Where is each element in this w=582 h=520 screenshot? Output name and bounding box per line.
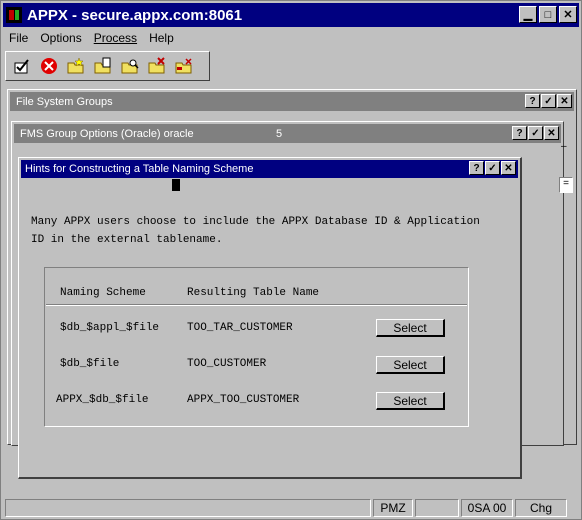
- hints-dialog: Hints for Constructing a Table Naming Sc…: [18, 157, 522, 479]
- column-header-result: Resulting Table Name: [187, 287, 320, 299]
- table-cell-scheme: $db_$file: [60, 358, 120, 370]
- file-system-groups-title: File System Groups: [16, 95, 113, 108]
- file-system-groups-titlebar[interactable]: File System Groups ? ✓ ✕: [10, 92, 574, 111]
- folder-edit-icon[interactable]: [93, 56, 113, 76]
- ok-button[interactable]: ✓: [485, 161, 500, 175]
- column-header-scheme: Naming Scheme: [60, 287, 146, 299]
- app-window: APPX - secure.appx.com:8061 ▁ □ ✕ File O…: [0, 0, 582, 520]
- fms-group-number: 5: [276, 127, 283, 140]
- app-title: APPX - secure.appx.com:8061: [27, 6, 243, 24]
- background-field-marker: –: [561, 141, 567, 152]
- select-button[interactable]: Select: [376, 319, 445, 337]
- select-button[interactable]: Select: [376, 356, 445, 374]
- menu-process[interactable]: Process: [88, 31, 143, 45]
- close-button[interactable]: ✕: [501, 161, 516, 175]
- fms-group-options-title: FMS Group Options (Oracle) oracle: [20, 127, 194, 140]
- statusbar: PMZ 0SA 00 Chg: [3, 498, 579, 518]
- menu-file[interactable]: File: [3, 31, 34, 45]
- status-message: [5, 499, 371, 517]
- folder-search-icon[interactable]: [120, 56, 140, 76]
- close-button[interactable]: ✕: [544, 126, 559, 140]
- status-cell-empty: [415, 499, 459, 517]
- folder-delete-icon[interactable]: [147, 56, 167, 76]
- menu-options[interactable]: Options: [34, 31, 87, 45]
- hint-line: Many APPX users choose to include the AP…: [31, 216, 480, 228]
- menu-help[interactable]: Help: [143, 31, 180, 45]
- ok-check-icon[interactable]: [12, 56, 32, 76]
- maximize-button[interactable]: □: [539, 6, 557, 23]
- hints-dialog-title: Hints for Constructing a Table Naming Sc…: [25, 163, 254, 175]
- hints-dialog-titlebar[interactable]: Hints for Constructing a Table Naming Sc…: [21, 160, 518, 178]
- minimize-button[interactable]: ▁: [519, 6, 537, 23]
- status-cell: 0SA 00: [461, 499, 513, 517]
- close-button[interactable]: ✕: [557, 94, 572, 108]
- table-divider: [46, 304, 467, 306]
- menubar: File Options Process Help: [3, 28, 579, 48]
- background-field[interactable]: =: [559, 177, 573, 193]
- select-button[interactable]: Select: [376, 392, 445, 410]
- status-cell: Chg: [515, 499, 567, 517]
- ok-button[interactable]: ✓: [528, 126, 543, 140]
- toolbar: [5, 51, 210, 81]
- folder-new-icon[interactable]: [66, 56, 86, 76]
- naming-scheme-table: Naming Scheme Resulting Table Name $db_$…: [44, 267, 469, 427]
- folder-cancel-icon[interactable]: [174, 56, 194, 76]
- table-cell-scheme: APPX_$db_$file: [56, 394, 149, 406]
- cancel-icon[interactable]: [39, 56, 59, 76]
- appx-logo-icon: [6, 7, 22, 23]
- status-cell: PMZ: [373, 499, 413, 517]
- help-button[interactable]: ?: [512, 126, 527, 140]
- fms-group-options-titlebar[interactable]: FMS Group Options (Oracle) oracle 5 ? ✓ …: [14, 124, 561, 143]
- close-button[interactable]: ✕: [559, 6, 577, 23]
- table-cell-result: APPX_TOO_CUSTOMER: [187, 394, 300, 406]
- help-button[interactable]: ?: [469, 161, 484, 175]
- text-cursor: [172, 179, 180, 191]
- table-cell-scheme: $db_$appl_$file: [60, 322, 160, 334]
- help-button[interactable]: ?: [525, 94, 540, 108]
- hint-text: Many APPX users choose to include the AP…: [31, 213, 521, 249]
- ok-button[interactable]: ✓: [541, 94, 556, 108]
- hint-line: ID in the external tablename.: [31, 234, 223, 246]
- app-titlebar[interactable]: APPX - secure.appx.com:8061 ▁ □ ✕: [3, 3, 579, 27]
- table-cell-result: TOO_TAR_CUSTOMER: [187, 322, 293, 334]
- table-cell-result: TOO_CUSTOMER: [187, 358, 267, 370]
